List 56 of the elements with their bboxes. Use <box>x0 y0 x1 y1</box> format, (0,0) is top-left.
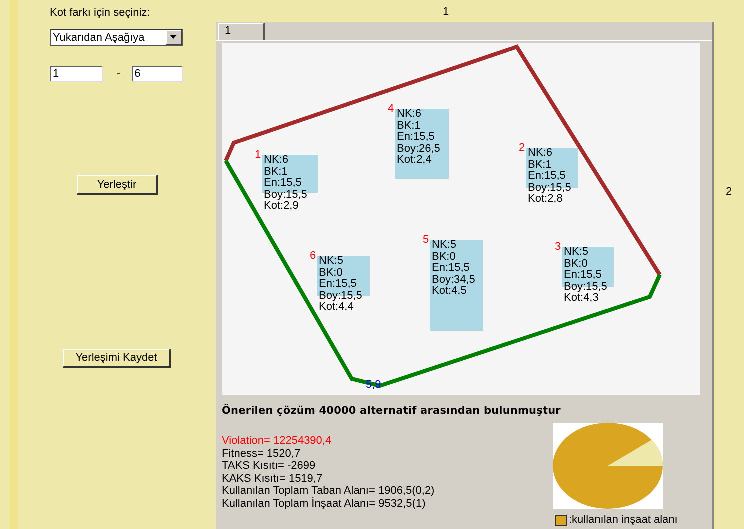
column-header: 1 <box>442 6 450 20</box>
range-end-field[interactable]: 6 <box>132 66 183 82</box>
stat-line: Fitness= 1520,7 <box>222 448 302 460</box>
building-info: BK:1 <box>396 120 422 132</box>
result-headline: Önerilen çözüm 40000 alternatif arasından bulunmuştur <box>222 405 562 417</box>
stat-line: Kullanılan Toplam İnşaat Alanı= 9532,5(1) <box>222 498 427 511</box>
building-info: En:15,5 <box>563 270 603 282</box>
building-info: NK:5 <box>318 256 344 268</box>
building-info: BK:0 <box>563 258 589 270</box>
building-info: Kot:4,3 <box>563 293 599 305</box>
building-number: 1 <box>255 149 262 161</box>
building-info: En:15,5 <box>431 263 471 275</box>
building-info: Kot:2,9 <box>263 201 299 213</box>
building-info: NK:5 <box>563 247 590 259</box>
legend-label: :kullanılan inşaat alanı <box>569 514 678 526</box>
building-info: Kot:4,4 <box>318 302 354 314</box>
building-info: BK:0 <box>431 252 457 263</box>
building-info: BK:1 <box>263 166 289 178</box>
building-info: En:15,5 <box>263 178 303 190</box>
building-info: BK:1 <box>527 160 553 171</box>
building-info: En:15,5 <box>527 171 567 183</box>
save-placement-button[interactable]: Yerleşimi Kaydet <box>63 349 171 368</box>
range-separator: - <box>117 68 121 80</box>
place-button[interactable]: Yerleştir <box>77 175 158 195</box>
building-info: Boy:15,5 <box>527 182 572 194</box>
building-info: NK:6 <box>527 148 554 160</box>
building-info: Boy:15,5 <box>318 290 362 302</box>
building-number: 6 <box>310 250 316 262</box>
stat-line: TAKS Kısıtı= -2699 <box>222 460 317 473</box>
building-info: Kot:2,8 <box>527 194 563 206</box>
legend-swatch <box>555 514 567 526</box>
stat-line: KAKS Kısıtı= 1519,7 <box>222 472 324 486</box>
building-number: 3 <box>555 241 562 253</box>
range-start-field[interactable]: 1 <box>50 66 103 82</box>
building-info: NK:5 <box>431 240 458 252</box>
building-number: 2 <box>519 142 526 154</box>
building-info: Kot:4,5 <box>431 286 467 298</box>
building-info: NK:6 <box>263 155 290 167</box>
tab[interactable]: 1 <box>218 23 265 40</box>
building-info: Boy:26,5 <box>396 144 440 156</box>
building-info: Kot:2,4 <box>396 155 432 167</box>
stat-line: Kullanılan Toplam Taban Alanı= 1906,5(0,2) <box>222 485 436 498</box>
building-info: Boy:15,5 <box>563 282 608 294</box>
building-number: 5 <box>423 234 430 246</box>
column-header: 2 <box>726 186 732 200</box>
building-info: NK:6 <box>396 109 422 121</box>
direction-dropdown[interactable]: Yukarıdan Aşağıya <box>50 29 183 46</box>
building-info: Boy:15,5 <box>263 190 308 202</box>
building-info: En:15,5 <box>396 132 436 144</box>
building-info: BK:0 <box>318 268 344 279</box>
building-number: 4 <box>388 103 394 115</box>
violation-value: Violation= 12254390,4 <box>222 435 333 448</box>
building-info: Boy:34,5 <box>431 274 476 286</box>
building-footprint <box>395 109 449 179</box>
field-label: Kot farkı için seçiniz: <box>50 7 152 19</box>
building-info: En:15,5 <box>318 279 358 291</box>
